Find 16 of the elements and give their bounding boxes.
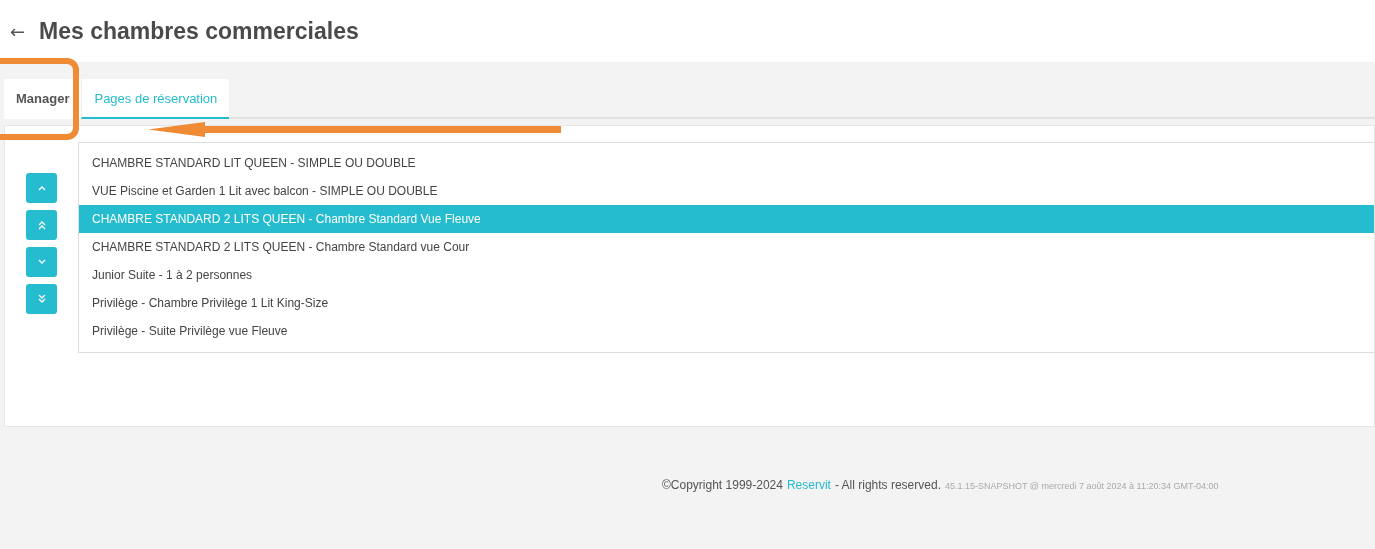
move-top-button[interactable] bbox=[26, 210, 57, 240]
room-list-item[interactable]: Privilège - Chambre Privilège 1 Lit King-Size bbox=[79, 289, 1374, 317]
page-title: Mes chambres commerciales bbox=[39, 17, 359, 45]
copyright-text: ©Copyright 1999-2024 bbox=[662, 478, 783, 492]
version-text: 45.1.15-SNAPSHOT @ mercredi 7 août 2024 à 11:20:34 GMT-04:00 bbox=[945, 481, 1219, 491]
rights-text: - All rights reserved. bbox=[834, 478, 941, 492]
back-button[interactable]: ← bbox=[10, 20, 26, 42]
room-list-item[interactable]: CHAMBRE STANDARD 2 LITS QUEEN - Chambre Standard vue Cour bbox=[79, 233, 1374, 261]
move-bottom-button[interactable] bbox=[26, 284, 57, 314]
move-up-button[interactable] bbox=[26, 173, 57, 203]
room-list-item[interactable]: VUE Piscine et Garden 1 Lit avec balcon - SIMPLE OU DOUBLE bbox=[79, 177, 1374, 205]
room-list-item[interactable]: CHAMBRE STANDARD LIT QUEEN - SIMPLE OU DOUBLE bbox=[79, 149, 1374, 177]
room-list-item[interactable]: Privilège - Suite Privilège vue Fleuve bbox=[79, 317, 1374, 345]
move-down-button[interactable] bbox=[26, 247, 57, 277]
tab[interactable]: Manager bbox=[4, 79, 82, 119]
room-list-item[interactable]: Junior Suite - 1 à 2 personnes bbox=[79, 261, 1374, 289]
